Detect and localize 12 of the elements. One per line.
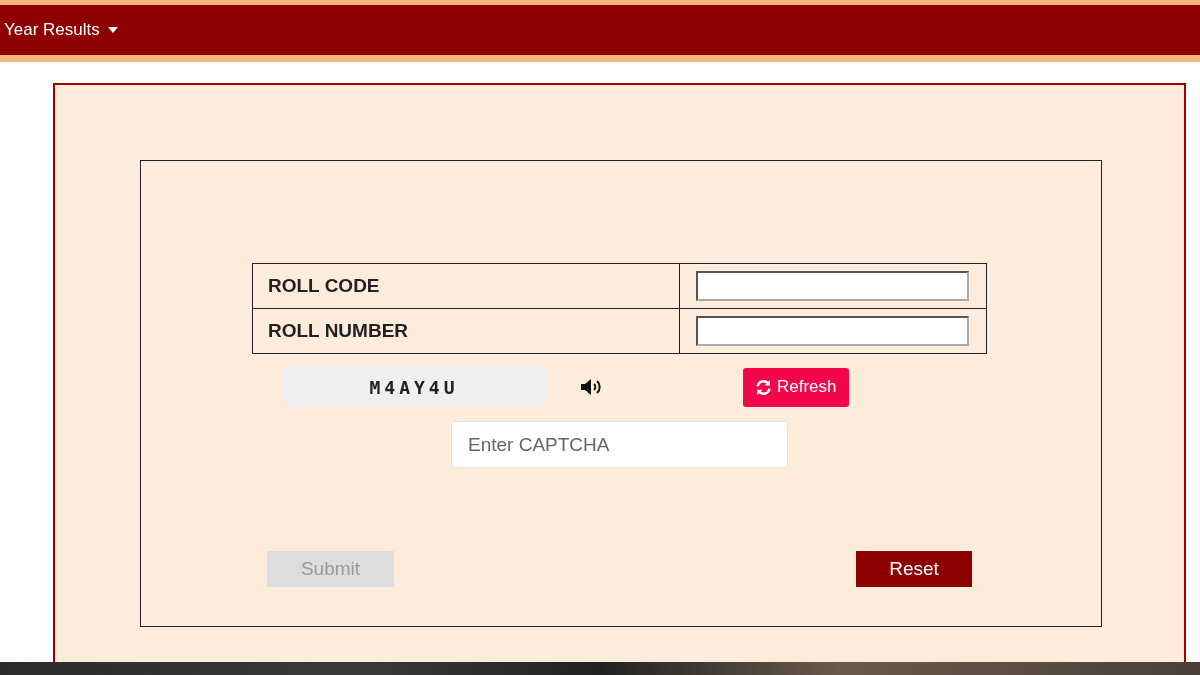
- reset-button[interactable]: Reset: [856, 551, 972, 587]
- field-label: ROLL NUMBER: [252, 308, 680, 354]
- refresh-button[interactable]: Refresh: [743, 367, 849, 407]
- captcha-input-field[interactable]: Enter CAPTCHA: [451, 421, 788, 468]
- speaker-icon[interactable]: [580, 378, 604, 396]
- field-label: ROLL CODE: [252, 263, 680, 309]
- text-input-field[interactable]: [696, 316, 969, 346]
- text-input-field[interactable]: [696, 271, 969, 301]
- caret-icon: [107, 27, 118, 33]
- refresh-icon: [755, 378, 772, 396]
- captcha-image: M4AY4U: [283, 367, 545, 407]
- year-results-menu[interactable]: Year Results: [0, 5, 118, 55]
